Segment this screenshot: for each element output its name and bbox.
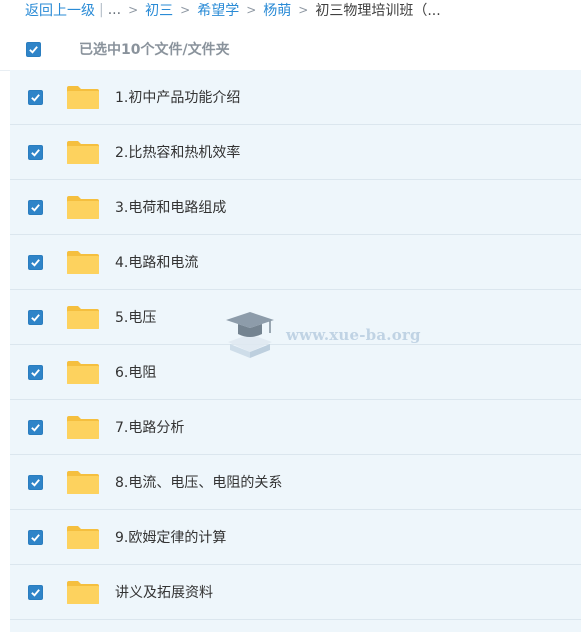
check-icon: [31, 93, 40, 102]
folder-icon[interactable]: [66, 469, 100, 495]
breadcrumb-separator: >: [298, 3, 309, 17]
file-name[interactable]: 6.电阻: [115, 362, 156, 382]
file-name[interactable]: 1.初中产品功能介绍: [115, 87, 240, 107]
check-icon: [31, 313, 40, 322]
check-icon: [31, 423, 40, 432]
file-checkbox[interactable]: [28, 309, 43, 325]
file-checkbox[interactable]: [28, 144, 43, 160]
selection-count-label: 已选中10个文件/文件夹: [79, 42, 230, 58]
file-list: 1.初中产品功能介绍 2.比热容和热机效率 3.电荷和电路组成 4.电路和电流 5.电压…: [10, 70, 581, 632]
check-icon: [31, 478, 40, 487]
folder-icon[interactable]: [66, 579, 100, 605]
breadcrumb-separator: >: [246, 3, 257, 17]
file-row[interactable]: 7.电路分析: [10, 400, 581, 455]
check-icon: [31, 588, 40, 597]
breadcrumb-current: 初三物理培训班（...: [315, 3, 441, 19]
file-checkbox[interactable]: [28, 529, 43, 545]
file-name[interactable]: 3.电荷和电路组成: [115, 197, 226, 217]
breadcrumb-separator: >: [180, 3, 191, 17]
file-checkbox[interactable]: [28, 254, 43, 270]
file-row[interactable]: 1.初中产品功能介绍: [10, 70, 581, 125]
file-row[interactable]: 9.欧姆定律的计算: [10, 510, 581, 565]
folder-icon[interactable]: [66, 414, 100, 440]
file-row[interactable]: 3.电荷和电路组成: [10, 180, 581, 235]
file-checkbox[interactable]: [28, 199, 43, 215]
breadcrumb-item-2[interactable]: 希望学: [197, 0, 239, 20]
breadcrumb-separator: >: [128, 3, 139, 17]
file-checkbox[interactable]: [28, 364, 43, 380]
selection-bar: 已选中10个文件/文件夹: [0, 28, 581, 71]
file-name[interactable]: 7.电路分析: [115, 417, 184, 437]
check-icon: [31, 148, 40, 157]
file-checkbox[interactable]: [28, 419, 43, 435]
back-link[interactable]: 返回上一级: [25, 0, 95, 20]
file-row[interactable]: 4.电路和电流: [10, 235, 581, 290]
folder-icon[interactable]: [66, 524, 100, 550]
folder-icon[interactable]: [66, 84, 100, 110]
file-checkbox[interactable]: [28, 89, 43, 105]
file-name[interactable]: 5.电压: [115, 307, 156, 327]
breadcrumb: 返回上一级 | ... > 初三 > 希望学 > 杨萌 > 初三物理培训班（..…: [0, 0, 581, 20]
file-row[interactable]: 2.比热容和热机效率: [10, 125, 581, 180]
breadcrumb-ellipsis[interactable]: ...: [108, 2, 121, 18]
folder-icon[interactable]: [66, 249, 100, 275]
file-name[interactable]: 4.电路和电流: [115, 252, 198, 272]
file-row[interactable]: 8.电流、电压、电阻的关系: [10, 455, 581, 510]
breadcrumb-item-1[interactable]: 初三: [145, 0, 173, 20]
file-row[interactable]: 6.电阻: [10, 345, 581, 400]
check-icon: [29, 45, 38, 54]
file-name[interactable]: 讲义及拓展资料: [115, 582, 213, 602]
folder-icon[interactable]: [66, 304, 100, 330]
folder-icon[interactable]: [66, 194, 100, 220]
file-name[interactable]: 2.比热容和热机效率: [115, 142, 240, 162]
file-name[interactable]: 8.电流、电压、电阻的关系: [115, 472, 282, 492]
breadcrumb-item-3[interactable]: 杨萌: [263, 0, 291, 20]
file-row[interactable]: 5.电压: [10, 290, 581, 345]
check-icon: [31, 368, 40, 377]
check-icon: [31, 203, 40, 212]
file-checkbox[interactable]: [28, 474, 43, 490]
check-icon: [31, 533, 40, 542]
file-name[interactable]: 9.欧姆定律的计算: [115, 527, 226, 547]
select-all-checkbox[interactable]: [26, 41, 41, 57]
folder-icon[interactable]: [66, 359, 100, 385]
check-icon: [31, 258, 40, 267]
breadcrumb-divider: |: [99, 2, 104, 18]
folder-icon[interactable]: [66, 139, 100, 165]
file-checkbox[interactable]: [28, 584, 43, 600]
file-row[interactable]: 讲义及拓展资料: [10, 565, 581, 620]
